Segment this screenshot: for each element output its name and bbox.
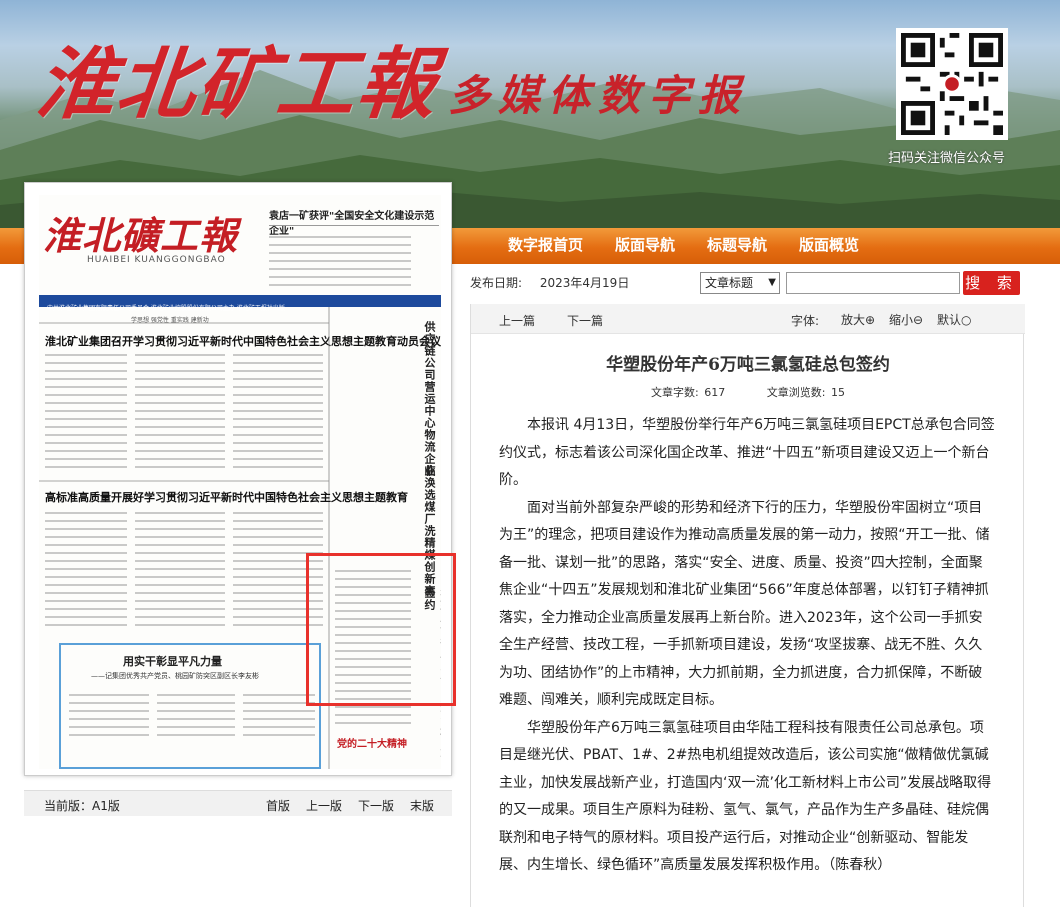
paper-feature-box[interactable]: 用实干彰显平凡力量 ——记集团优秀共产党员、桃园矿防突区副区长李友彬 xyxy=(59,643,321,769)
next-edition-link[interactable]: 下一版 xyxy=(358,797,394,814)
feature-box-subtitle: ——记集团优秀共产党员、桃园矿防突区副区长李友彬 xyxy=(91,672,259,680)
search-field-select[interactable]: 文章标题 ▼ xyxy=(700,272,780,294)
article-body: 本报讯 4月13日，华塑股份举行年产6万吨三氯氢硅项目EPCT总承包合同签约仪式… xyxy=(499,412,995,880)
zoom-out-label: 缩小 xyxy=(889,313,914,327)
article-meta: 文章字数: 617 文章浏览数: 15 xyxy=(471,384,1025,400)
view-count: 文章浏览数: 15 xyxy=(766,386,845,399)
nav-home[interactable]: 数字报首页 xyxy=(508,234,583,255)
word-count: 文章字数: 617 xyxy=(651,386,726,399)
paper-stamp: 党的二十大精神 xyxy=(337,739,407,750)
paper-vertical-headline-1[interactable]: 供应链公司营运中心物流企业 xyxy=(421,321,437,477)
search-field-value: 文章标题 xyxy=(705,276,754,290)
minus-circle-icon: ⊖ xyxy=(913,313,924,327)
next-article-link[interactable]: 下一篇 xyxy=(567,312,603,329)
zoom-in-control[interactable]: 放大⊕ xyxy=(841,311,875,328)
article-toolbar: 上一篇 下一篇 字体: 放大⊕ 缩小⊖ 默认○ xyxy=(471,304,1025,334)
article-panel: 上一篇 下一篇 字体: 放大⊕ 缩小⊖ 默认○ 华塑股份年产6万吨三氯氢硅总包签… xyxy=(470,304,1025,907)
qr-label: 扫码关注微信公众号 xyxy=(888,151,1006,166)
selected-article-highlight[interactable] xyxy=(306,553,456,706)
last-edition-link[interactable]: 末版 xyxy=(410,797,434,814)
article-paragraph: 本报讯 4月13日，华塑股份举行年产6万吨三氯氢硅项目EPCT总承包合同签约仪式… xyxy=(499,417,995,488)
site-subtitle: 多媒体数字报 xyxy=(448,71,749,120)
publish-date-row: 发布日期: 2023年4月19日 xyxy=(470,274,629,291)
first-edition-link[interactable]: 首版 xyxy=(266,797,290,814)
article-paragraph: 华塑股份年产6万吨三氯氢硅项目由华陆工程科技有限责任公司总承包。项目是继光伏、P… xyxy=(499,719,992,874)
paper-headline-2[interactable]: 高标准高质量开展好学习贯彻习近平新时代中国特色社会主义思想主题教育 xyxy=(45,489,408,505)
circle-icon: ○ xyxy=(961,313,972,327)
publish-date-label: 发布日期: xyxy=(470,276,523,290)
wechat-qr-code xyxy=(896,28,1008,140)
plus-circle-icon: ⊕ xyxy=(865,313,876,327)
zoom-out-control[interactable]: 缩小⊖ xyxy=(889,311,923,328)
zoom-in-label: 放大 xyxy=(841,313,866,327)
chevron-down-icon: ▼ xyxy=(768,277,776,288)
nav-page-overview[interactable]: 版面概览 xyxy=(799,234,859,255)
site-logo[interactable]: 淮北矿工報 xyxy=(32,22,444,134)
feature-box-title: 用实干彰显平凡力量 xyxy=(123,655,222,668)
current-edition-label: 当前版：A1版 xyxy=(44,799,120,813)
nav-page-navigation[interactable]: 版面导航 xyxy=(615,234,675,255)
article-paragraph: 面对当前外部复杂严峻的形势和经济下行的压力，华塑股份牢固树立“项目为王”的理念，… xyxy=(499,499,990,709)
publish-date-value: 2023年4月19日 xyxy=(539,276,630,290)
edition-pagination: 首版 上一版 下一版 末版 xyxy=(266,797,434,814)
article-title: 华塑股份年产6万吨三氯氢硅总包签约 xyxy=(606,355,890,375)
prev-article-link[interactable]: 上一篇 xyxy=(499,312,535,329)
default-size-label: 默认 xyxy=(937,313,962,327)
nav-title-navigation[interactable]: 标题导航 xyxy=(707,234,767,255)
default-size-control[interactable]: 默认○ xyxy=(937,311,972,328)
prev-edition-link[interactable]: 上一版 xyxy=(306,797,342,814)
search-input[interactable] xyxy=(786,272,960,294)
search-button[interactable]: 搜 索 xyxy=(963,271,1020,295)
font-size-label: 字体: xyxy=(791,314,820,328)
